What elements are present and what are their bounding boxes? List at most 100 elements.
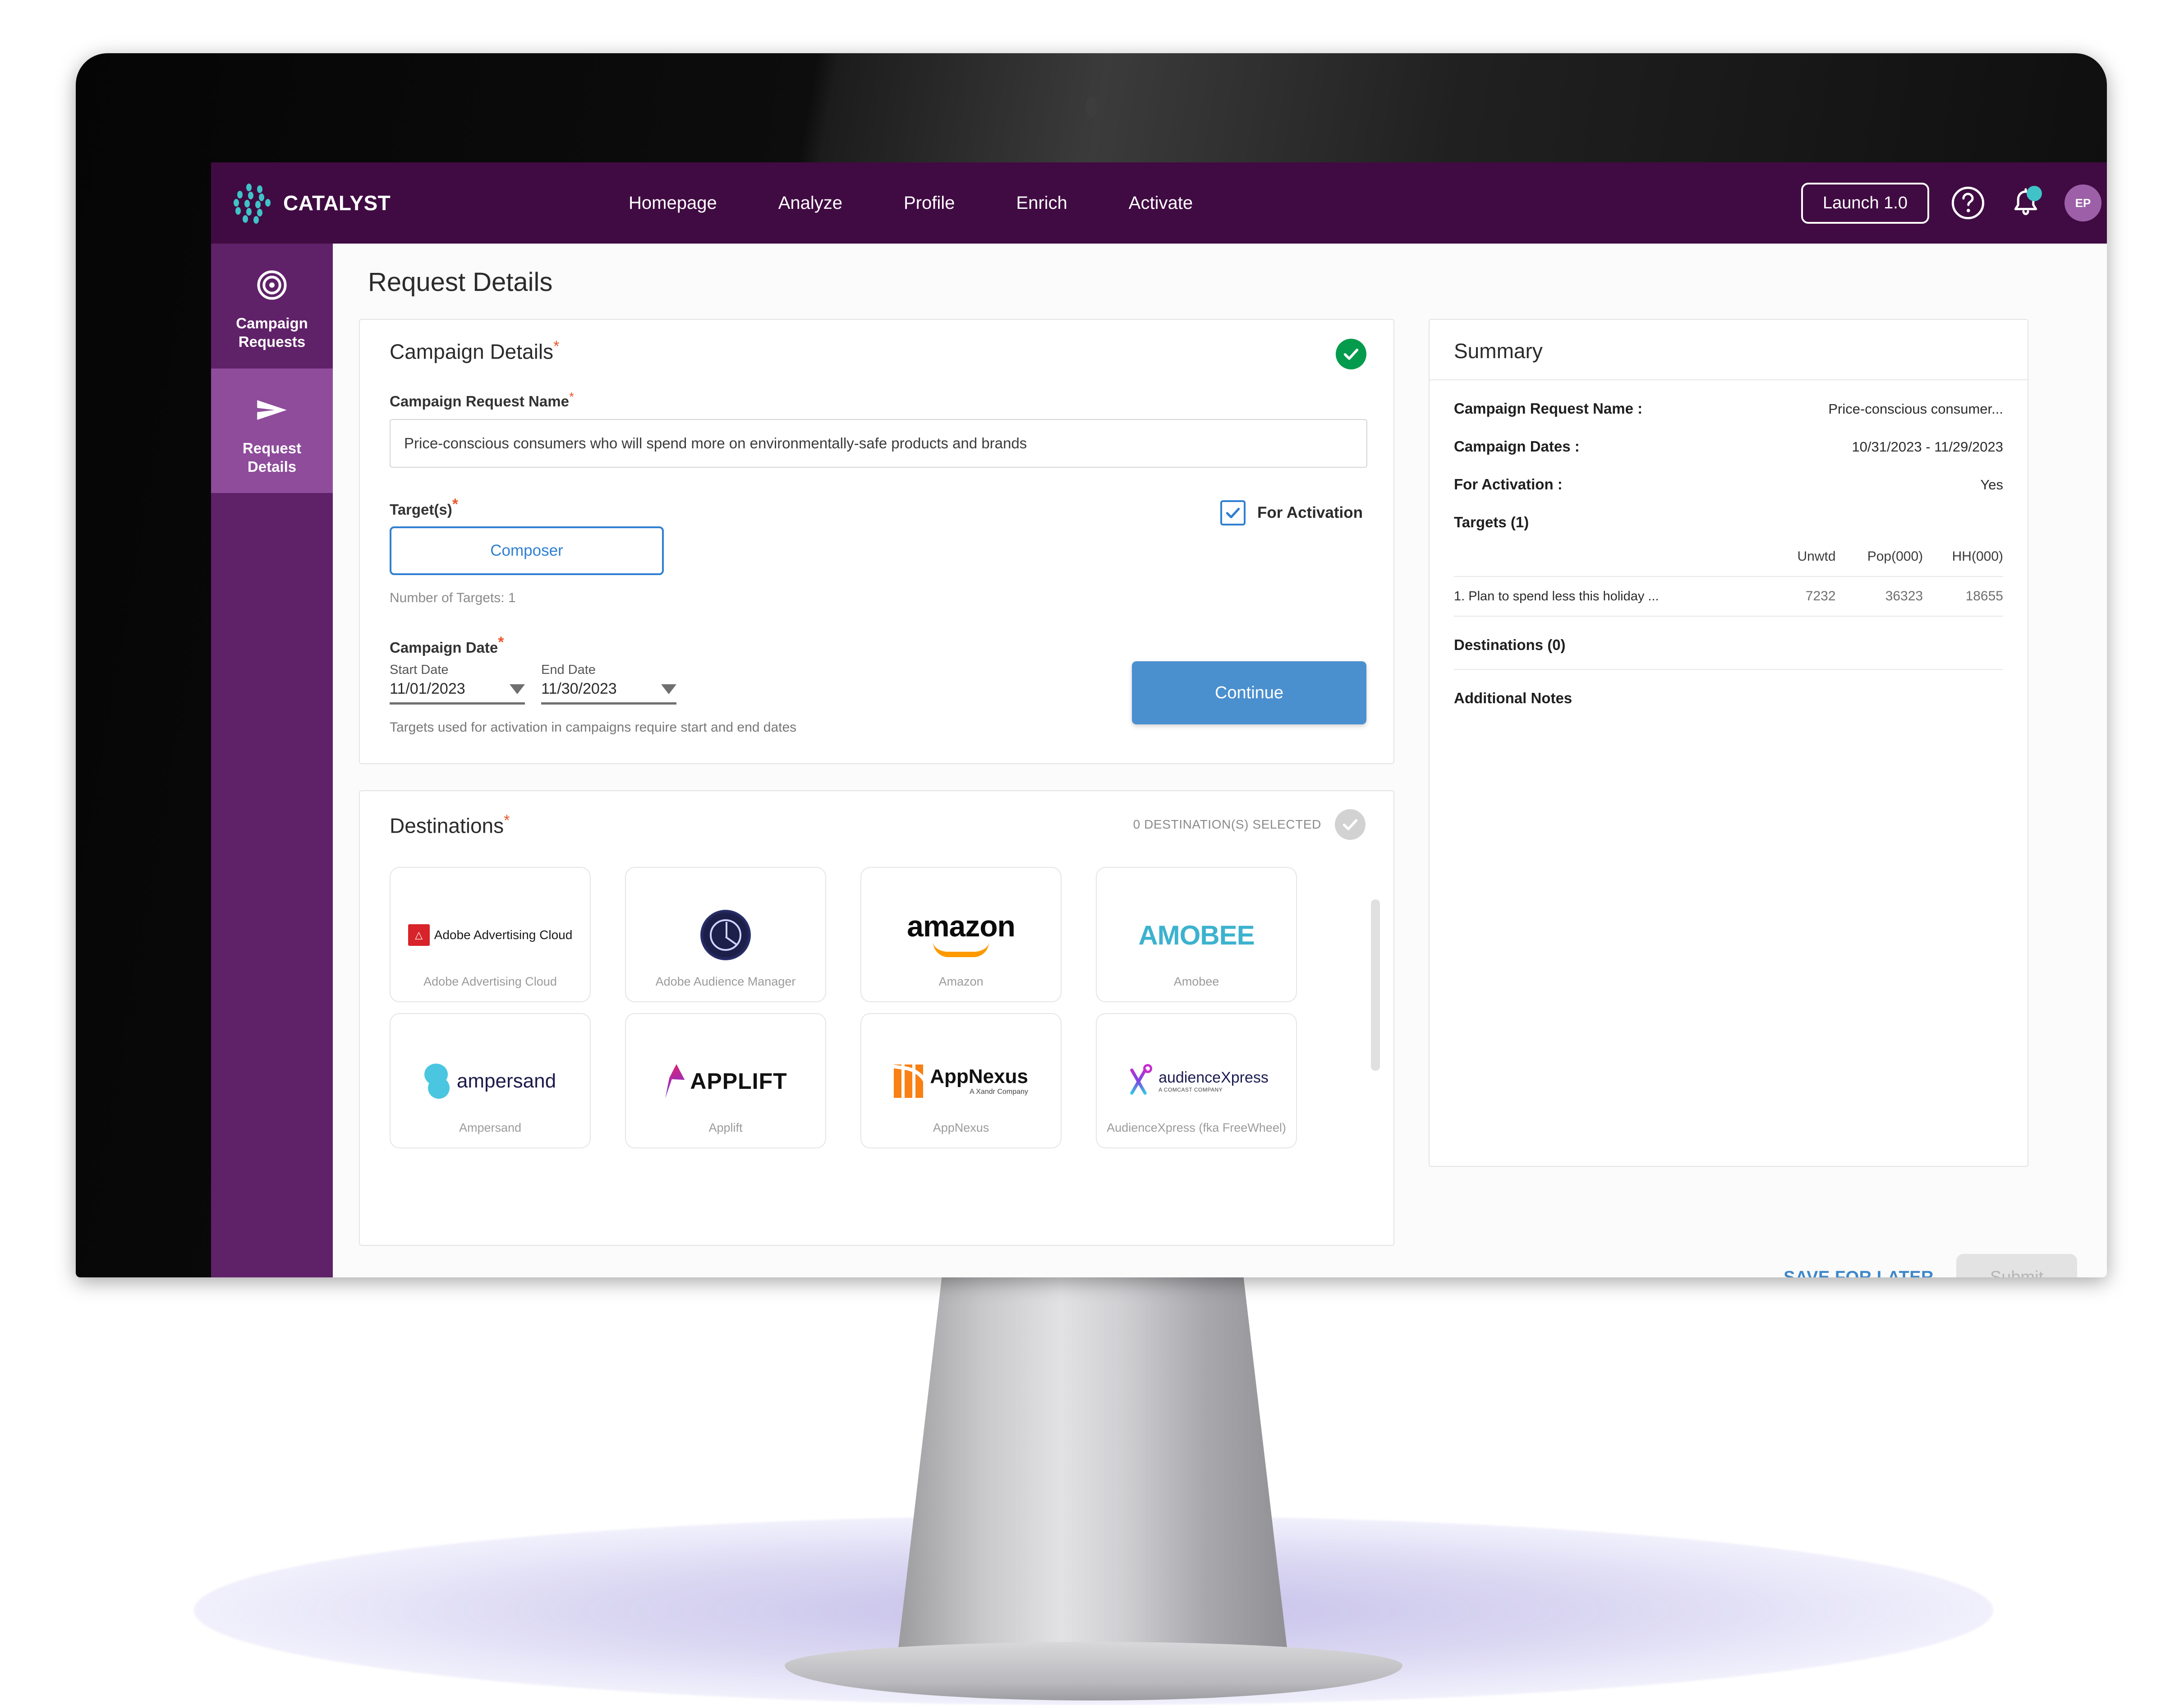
destination-card-applift[interactable]: APPLIFT Applift xyxy=(625,1013,826,1149)
summary-value: 10/31/2023 - 11/29/2023 xyxy=(1852,439,2003,455)
content-area: Request Details Campaign Details* Campai… xyxy=(333,244,2107,1277)
campaign-date-label-text: Campaign Date xyxy=(390,639,498,656)
destination-card-audiencexpress[interactable]: audienceXpress A COMCAST COMPANY Audienc… xyxy=(1096,1013,1297,1149)
launch-1-0-button[interactable]: Launch 1.0 xyxy=(1801,182,1929,224)
number-of-targets: Number of Targets: 1 xyxy=(390,590,516,606)
table-row: 1. Plan to spend less this holiday ... 7… xyxy=(1454,576,2003,616)
appnexus-mark-icon xyxy=(894,1064,924,1098)
column-header-unwtd: Unwtd xyxy=(1797,549,1836,564)
start-date-value: 11/01/2023 xyxy=(390,680,465,698)
adobe-mark-icon: △ xyxy=(408,924,430,946)
campaign-details-title: Campaign Details* xyxy=(390,338,1366,364)
destination-name: Adobe Advertising Cloud xyxy=(423,974,557,988)
end-date-value: 11/30/2023 xyxy=(541,680,617,698)
monitor-bezel: CATALYST Homepage Analyze Profile Enrich… xyxy=(76,53,2107,1277)
column-header-name xyxy=(1454,549,1775,576)
start-date-field: Start Date 11/01/2023 xyxy=(390,663,525,705)
destination-card-adobe-advertising-cloud[interactable]: △ Adobe Advertising Cloud Adobe Advertis… xyxy=(390,867,591,1003)
adobe-advertising-cloud-logo: △ Adobe Advertising Cloud xyxy=(399,897,582,973)
sidebar-item-request-details[interactable]: Request Details xyxy=(211,368,333,493)
nav-link-analyze[interactable]: Analyze xyxy=(748,193,873,213)
nav-link-activate[interactable]: Activate xyxy=(1098,193,1223,213)
required-marker: * xyxy=(569,390,574,404)
destinations-header: Destinations* 0 DESTINATION(S) SELECTED xyxy=(390,809,1393,840)
amobee-logo: AMOBEE xyxy=(1105,897,1288,973)
top-navigation-bar: CATALYST Homepage Analyze Profile Enrich… xyxy=(211,162,2107,244)
help-icon[interactable] xyxy=(1949,184,1987,222)
column-header-pop: Pop(000) xyxy=(1867,549,1923,564)
left-column: Campaign Details* Campaign Request Name*… xyxy=(359,319,1394,1246)
page-title: Request Details xyxy=(368,267,553,297)
destination-name: Ampersand xyxy=(459,1120,522,1134)
start-date-picker[interactable]: 11/01/2023 xyxy=(390,680,525,705)
for-activation-group: For Activation xyxy=(1220,500,1363,526)
notifications-bell-icon[interactable] xyxy=(2007,184,2045,222)
ampersand-mark-icon xyxy=(424,1064,452,1099)
targets-label: Target(s)* xyxy=(390,496,795,518)
campaign-date-label: Campaign Date* xyxy=(390,634,796,656)
nav-links: Homepage Analyze Profile Enrich Activate xyxy=(598,193,1223,213)
destinations-status: 0 DESTINATION(S) SELECTED xyxy=(1133,809,1366,840)
target-row: Target(s)* Composer Number of Targets: 1 xyxy=(390,496,1366,606)
amazon-logo-text: amazon xyxy=(907,909,1016,943)
catalyst-dots-icon xyxy=(233,183,273,224)
sidebar-item-request-details-label-2: Details xyxy=(247,458,297,475)
avatar[interactable]: EP xyxy=(2064,184,2101,221)
audiencexpress-logo-subtext: A COMCAST COMPANY xyxy=(1159,1087,1223,1093)
targets-label-text: Target(s) xyxy=(390,501,452,518)
target-chip-composer[interactable]: Composer xyxy=(390,526,664,576)
nav-link-enrich[interactable]: Enrich xyxy=(985,193,1098,213)
destination-card-ampersand[interactable]: ampersand Ampersand xyxy=(390,1013,591,1149)
catalyst-app: CATALYST Homepage Analyze Profile Enrich… xyxy=(211,162,2107,1277)
screen: CATALYST Homepage Analyze Profile Enrich… xyxy=(211,162,2107,1277)
destination-card-amobee[interactable]: AMOBEE Amobee xyxy=(1096,867,1297,1003)
submit-button: Submit xyxy=(1956,1254,2077,1277)
brand-logo[interactable]: CATALYST xyxy=(233,183,548,224)
sidebar-item-campaign-requests-label-2: Requests xyxy=(238,333,306,350)
chevron-down-icon[interactable] xyxy=(510,684,525,694)
destinations-incomplete-icon xyxy=(1335,809,1366,840)
summary-row-campaign-dates: Campaign Dates : 10/31/2023 - 11/29/2023 xyxy=(1454,438,2003,455)
target-pop: 36323 xyxy=(1835,576,1923,616)
summary-key: Campaign Dates : xyxy=(1454,438,1580,455)
summary-key: Campaign Request Name : xyxy=(1454,400,1643,417)
monitor-scene: CATALYST Homepage Analyze Profile Enrich… xyxy=(0,0,2184,1705)
ampersand-logo: ampersand xyxy=(399,1043,582,1120)
destination-card-adobe-audience-manager[interactable]: Adobe Audience Manager xyxy=(625,867,826,1003)
for-activation-checkbox[interactable] xyxy=(1220,500,1246,526)
nav-link-homepage[interactable]: Homepage xyxy=(598,193,748,213)
adobe-audience-manager-logo xyxy=(634,897,817,973)
destinations-title-text: Destinations xyxy=(390,813,504,837)
end-date-field: End Date 11/30/2023 xyxy=(541,663,676,705)
sidebar: Campaign Requests Request Details xyxy=(211,244,333,1277)
destinations-card: Destinations* 0 DESTINATION(S) SELECTED xyxy=(359,790,1394,1246)
for-activation-label: For Activation xyxy=(1257,504,1363,522)
target-group: Target(s)* Composer Number of Targets: 1 xyxy=(390,496,795,606)
campaign-name-label-text: Campaign Request Name xyxy=(390,393,569,410)
summary-row-campaign-request-name: Campaign Request Name : Price-conscious … xyxy=(1454,400,2003,417)
audiencexpress-logo: audienceXpress A COMCAST COMPANY xyxy=(1105,1043,1288,1120)
right-column: Summary Campaign Request Name : Price-co… xyxy=(1429,319,2077,1277)
applift-logo-text: APPLIFT xyxy=(690,1069,787,1094)
end-date-caption: End Date xyxy=(541,663,596,677)
sidebar-item-campaign-requests[interactable]: Campaign Requests xyxy=(211,244,333,369)
save-for-later-button[interactable]: SAVE FOR LATER xyxy=(1784,1268,1934,1278)
destination-card-amazon[interactable]: amazon Amazon xyxy=(860,867,1062,1003)
date-pickers: Start Date 11/01/2023 End Date 11/30/202… xyxy=(390,663,796,705)
summary-title: Summary xyxy=(1454,339,1543,363)
end-date-picker[interactable]: 11/30/2023 xyxy=(541,680,676,705)
applift-logo: APPLIFT xyxy=(634,1043,817,1120)
campaign-request-name-input[interactable]: Price-conscious consumers who will spend… xyxy=(390,419,1367,468)
nav-link-profile[interactable]: Profile xyxy=(873,193,985,213)
campaign-details-complete-icon xyxy=(1336,339,1366,369)
notification-badge xyxy=(2027,186,2042,201)
destinations-scrollbar[interactable] xyxy=(1371,899,1380,1071)
continue-button[interactable]: Continue xyxy=(1132,661,1366,725)
chevron-down-icon[interactable] xyxy=(661,684,676,694)
target-hh: 18655 xyxy=(1923,576,2003,616)
column-header-hh: HH(000) xyxy=(1952,549,2003,564)
nav-right-group: Launch 1.0 EP xyxy=(1801,162,2101,244)
campaign-date-hint: Targets used for activation in campaigns… xyxy=(390,720,797,735)
required-marker: * xyxy=(553,338,560,355)
destination-card-appnexus[interactable]: AppNexus A Xandr Company AppNexus xyxy=(860,1013,1062,1149)
